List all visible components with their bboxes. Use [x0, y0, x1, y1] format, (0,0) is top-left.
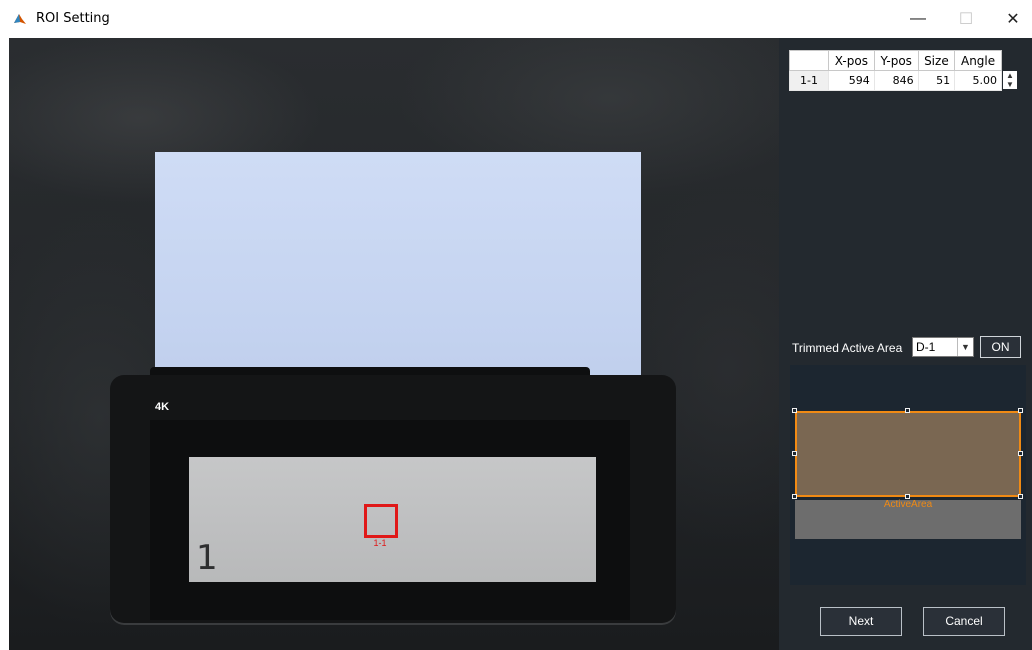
resize-handle[interactable] [905, 408, 910, 413]
column-header [789, 50, 829, 71]
cancel-button[interactable]: Cancel [923, 607, 1005, 636]
spinner-down-icon[interactable]: ▼ [1003, 80, 1017, 89]
column-header: Angle [954, 50, 1002, 71]
title-bar: ROI Setting — ☐ ✕ [0, 0, 1032, 38]
resize-handle[interactable] [1018, 451, 1023, 456]
screen-number: 1 [196, 538, 218, 578]
row-id-cell[interactable]: 1-1 [789, 70, 829, 91]
resize-handle[interactable] [1018, 408, 1023, 413]
trimmed-active-area-label: Trimmed Active Area [792, 341, 903, 355]
resize-handle[interactable] [792, 408, 797, 413]
resize-handle[interactable] [792, 451, 797, 456]
minimize-button[interactable]: — [895, 0, 941, 38]
window-title: ROI Setting [36, 11, 110, 26]
x-pos-cell[interactable]: 594 [828, 70, 875, 91]
active-area-label: ActiveArea [883, 499, 933, 510]
next-button[interactable]: Next [820, 607, 902, 636]
close-button[interactable]: ✕ [990, 0, 1032, 38]
y-pos-cell[interactable]: 846 [873, 70, 919, 91]
trim-toggle-button[interactable]: ON [980, 336, 1021, 358]
active-area-region[interactable] [795, 411, 1021, 497]
roi-marker[interactable] [364, 504, 398, 538]
resize-handle[interactable] [1018, 494, 1023, 499]
column-header: Y-pos [873, 50, 919, 71]
size-cell[interactable]: 51 [917, 70, 956, 91]
monitor-badge: 4K [155, 401, 170, 413]
chevron-down-icon[interactable]: ▼ [957, 338, 973, 356]
table-row[interactable]: 1-1 594 846 51 5.00 [789, 70, 1002, 91]
matlab-icon [13, 12, 27, 26]
angle-spinner[interactable]: ▲ ▼ [1003, 71, 1017, 89]
angle-cell[interactable]: 5.00 [954, 70, 1002, 91]
column-header: Size [917, 50, 956, 71]
column-header: X-pos [828, 50, 875, 71]
trimmed-area-value: D-1 [916, 340, 936, 354]
maximize-button[interactable]: ☐ [943, 0, 989, 38]
roi-marker-label: 1-1 [373, 538, 387, 548]
resize-handle[interactable] [792, 494, 797, 499]
roi-table[interactable]: X-pos Y-pos Size Angle 1-1 594 846 51 5.… [789, 50, 1002, 91]
trimmed-area-select[interactable]: D-1 ▼ [912, 337, 974, 357]
table-header-row: X-pos Y-pos Size Angle [789, 50, 1002, 71]
spinner-up-icon[interactable]: ▲ [1003, 71, 1017, 80]
